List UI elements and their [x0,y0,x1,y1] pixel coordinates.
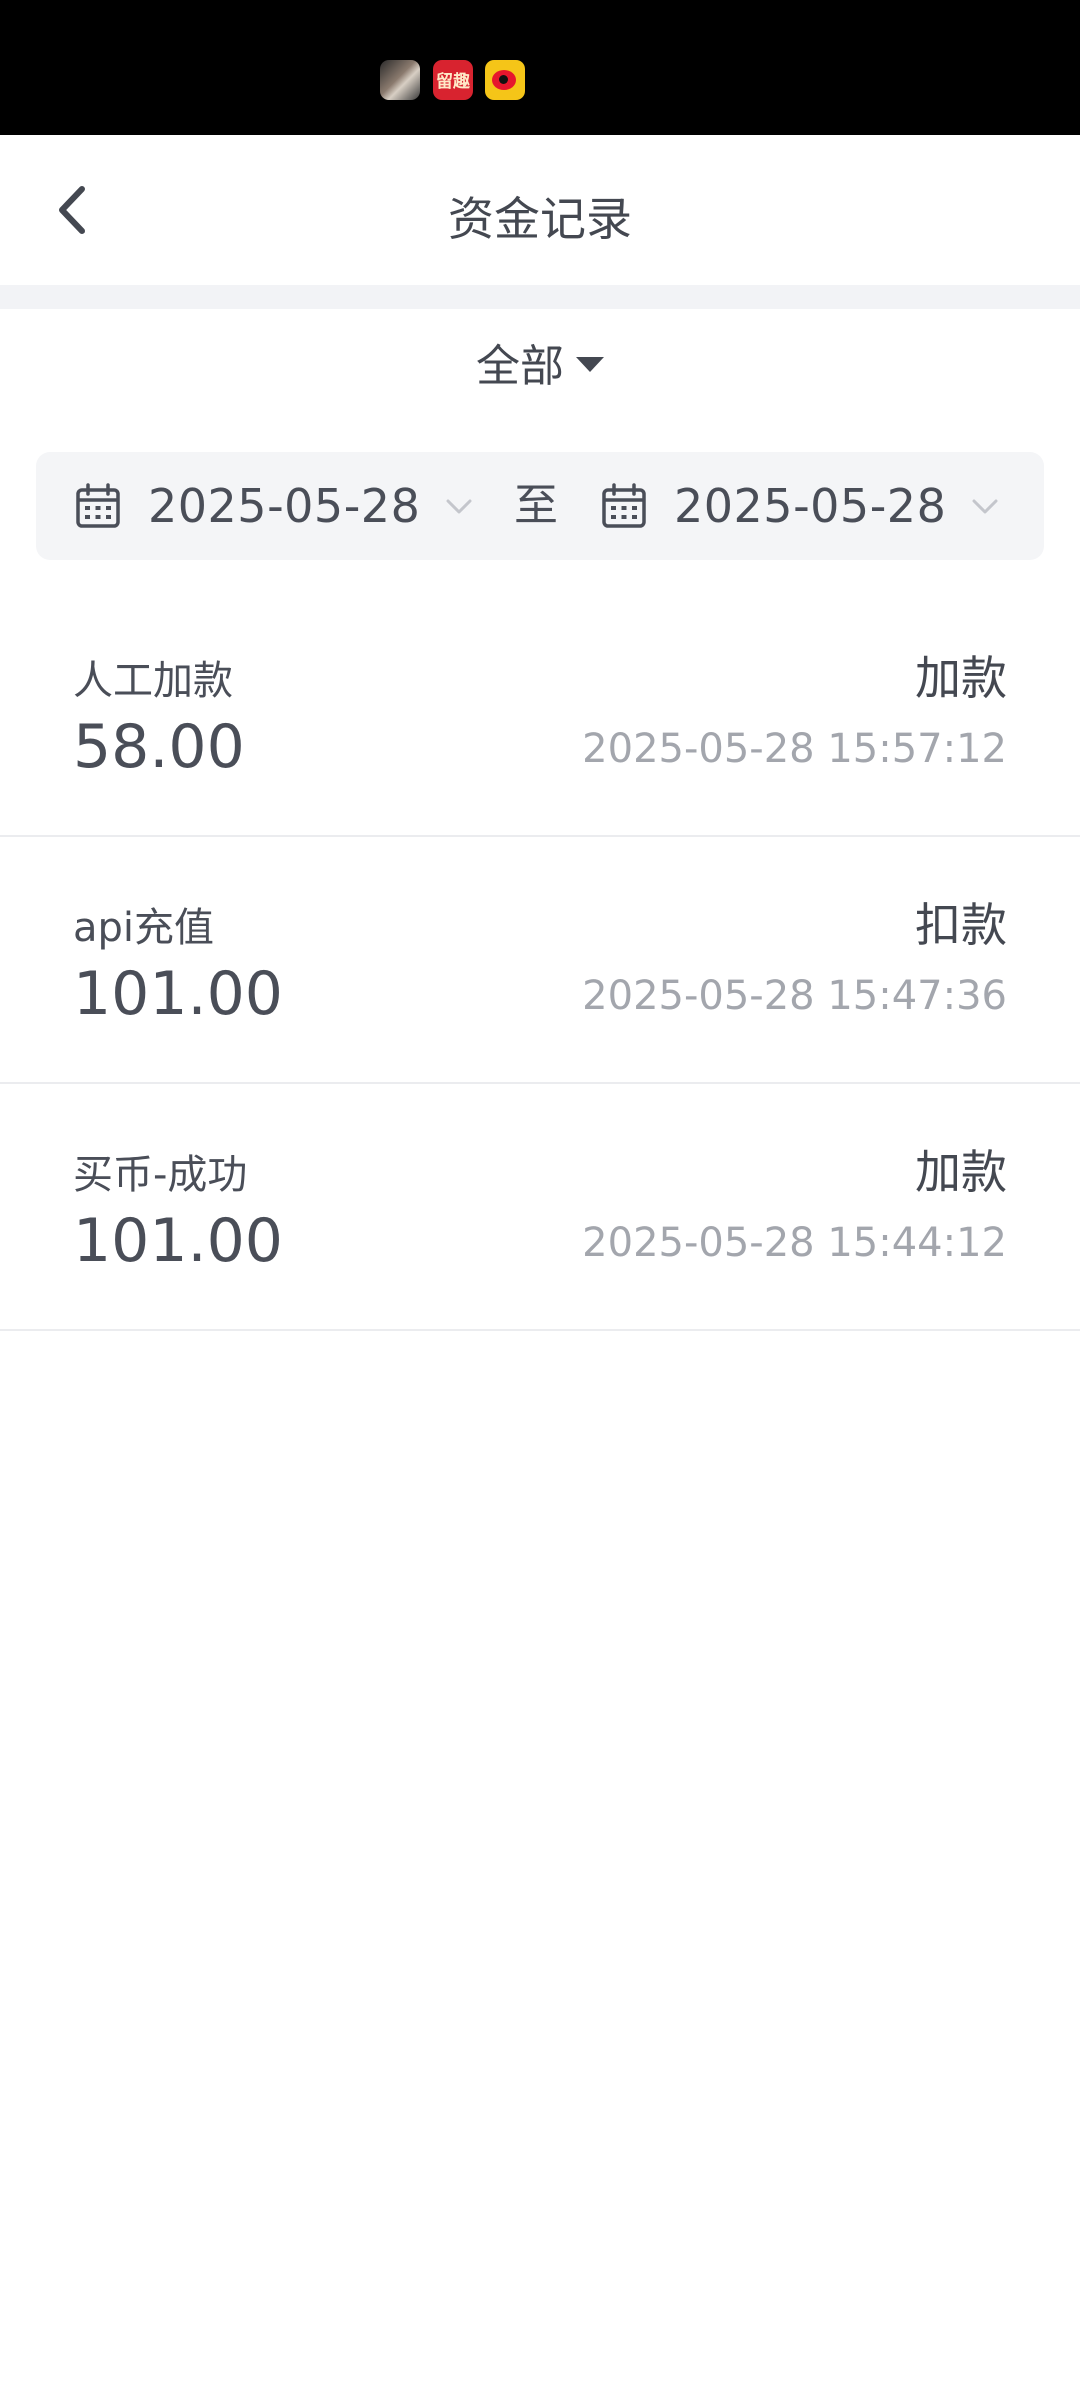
photo-app-icon [380,60,420,100]
record-type: 加款 [915,651,1007,705]
record-title: 买币-成功 [73,1152,248,1198]
type-filter[interactable]: 全部 [0,330,1080,392]
start-date-value: 2025-05-28 [148,479,421,533]
record-amount: 101.00 [73,959,283,1029]
record-time: 2025-05-28 15:47:36 [582,973,1007,1019]
list-item[interactable]: 人工加款 58.00 加款 2025-05-28 15:57:12 [0,590,1080,837]
record-amount: 101.00 [73,1206,283,1276]
record-title: api充值 [73,905,215,951]
header: 资金记录 [0,135,1080,285]
type-filter-label: 全部 [476,341,564,392]
page-title: 资金记录 [448,192,632,246]
end-date-value: 2025-05-28 [674,479,947,533]
end-date-picker[interactable]: 2025-05-28 [600,452,1002,560]
header-divider [0,285,1080,309]
record-type: 加款 [915,1145,1007,1199]
red-news-app-icon: 留趣 [433,60,473,100]
red-icon-text: 留趣 [436,72,470,92]
chevron-down-icon [446,499,472,514]
record-time: 2025-05-28 15:44:12 [582,1220,1007,1266]
record-type: 扣款 [915,898,1007,952]
calendar-icon [76,483,120,528]
record-time: 2025-05-28 15:57:12 [582,726,1007,772]
calendar-icon [602,483,646,528]
caret-down-icon [576,356,604,372]
list-item[interactable]: 买币-成功 101.00 加款 2025-05-28 15:44:12 [0,1084,1080,1331]
start-date-picker[interactable]: 2025-05-28 [74,452,476,560]
chevron-down-icon [972,499,998,514]
status-bar: 留趣 [0,0,1080,135]
date-range-separator: 至 [514,480,558,531]
record-amount: 58.00 [73,712,245,782]
date-range-picker: 2025-05-28 至 2025-05-28 [36,452,1044,560]
list-item[interactable]: api充值 101.00 扣款 2025-05-28 15:47:36 [0,837,1080,1084]
record-title: 人工加款 [73,658,233,704]
weibo-icon [485,60,525,100]
records-list: 人工加款 58.00 加款 2025-05-28 15:57:12 api充值 … [0,590,1080,1331]
